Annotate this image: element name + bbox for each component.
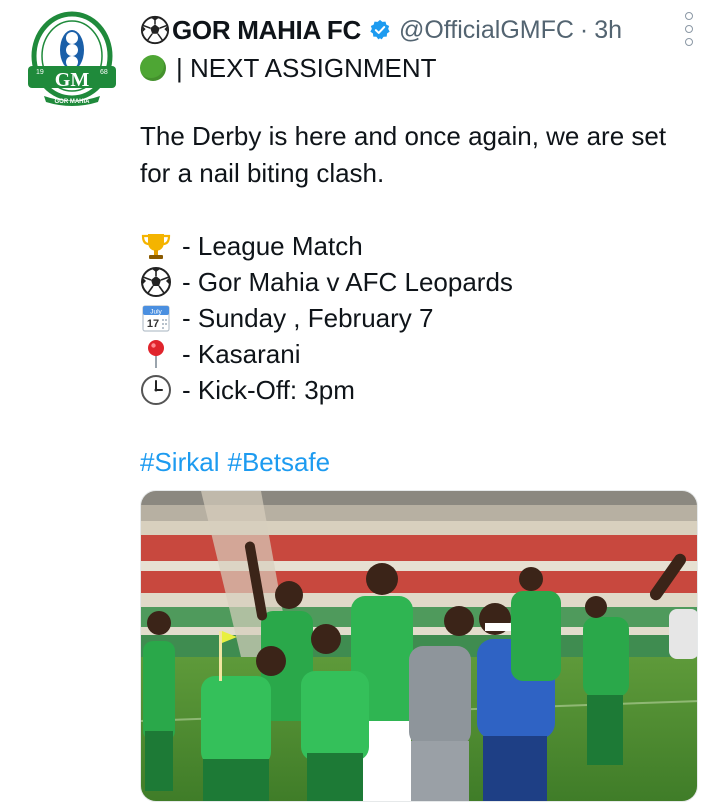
detail-league: - League Match xyxy=(140,228,363,264)
subtitle-text: | NEXT ASSIGNMENT xyxy=(176,52,437,83)
verified-badge-icon xyxy=(370,19,390,40)
detail-venue: - Kasarani xyxy=(140,336,301,372)
tweet-card[interactable]: 19 68 GM GOR MAHIA GOR MAHIA FC @Officia xyxy=(0,0,720,802)
detail-fixture: - Gor Mahia v AFC Leopards xyxy=(140,264,513,300)
crest-year-right: 68 xyxy=(100,69,108,76)
more-options-icon[interactable] xyxy=(682,12,696,46)
soccer-ball-icon xyxy=(140,15,170,45)
separator-dot: · xyxy=(579,15,589,44)
detail-date-text: - Sunday , February 7 xyxy=(182,302,434,333)
display-name[interactable]: GOR MAHIA FC xyxy=(140,15,391,46)
detail-league-text: - League Match xyxy=(182,230,363,261)
profile-avatar[interactable]: 19 68 GM GOR MAHIA xyxy=(22,10,122,110)
detail-kickoff-text: - Kick-Off: 3pm xyxy=(182,374,355,405)
crest-banner-text: GOR MAHIA xyxy=(55,99,91,105)
calendar-day: 17 xyxy=(147,318,159,330)
crest-monogram: GM xyxy=(55,69,90,91)
round-pushpin-icon xyxy=(140,338,172,370)
calendar-month: July xyxy=(150,309,162,316)
tweet-body-line-2: for a nail biting clash. xyxy=(140,158,385,188)
gor-mahia-crest-logo: 19 68 GM GOR MAHIA xyxy=(28,11,116,106)
display-name-text: GOR MAHIA FC xyxy=(172,14,361,45)
tweet-timestamp[interactable]: 3h xyxy=(594,16,622,45)
tweet-body-line-1: The Derby is here and once again, we are… xyxy=(140,121,667,151)
user-handle[interactable]: @OfficialGMFC xyxy=(399,16,574,45)
tweet-media-photo[interactable] xyxy=(140,490,698,802)
crest-year-left: 19 xyxy=(36,69,44,76)
hashtag-sirkal-link[interactable]: #Sirkal xyxy=(140,447,219,478)
tweet-subtitle: | NEXT ASSIGNMENT xyxy=(140,50,437,86)
team-celebration-photo xyxy=(141,491,697,801)
calendar-icon: July 17 xyxy=(140,302,172,334)
detail-kickoff: - Kick-Off: 3pm xyxy=(140,372,355,408)
hashtag-row: #Sirkal #Betsafe xyxy=(140,444,338,480)
green-circle-icon xyxy=(140,55,166,81)
trophy-icon xyxy=(140,230,172,262)
tweet-header: GOR MAHIA FC @OfficialGMFC · 3h xyxy=(140,10,700,50)
detail-venue-text: - Kasarani xyxy=(182,338,301,369)
clock-icon xyxy=(140,374,172,406)
detail-fixture-text: - Gor Mahia v AFC Leopards xyxy=(182,266,513,297)
detail-date: July 17 - Sunday , February 7 xyxy=(140,300,433,336)
soccer-ball-icon xyxy=(140,266,172,298)
hashtag-betsafe-link[interactable]: #Betsafe xyxy=(227,447,330,478)
